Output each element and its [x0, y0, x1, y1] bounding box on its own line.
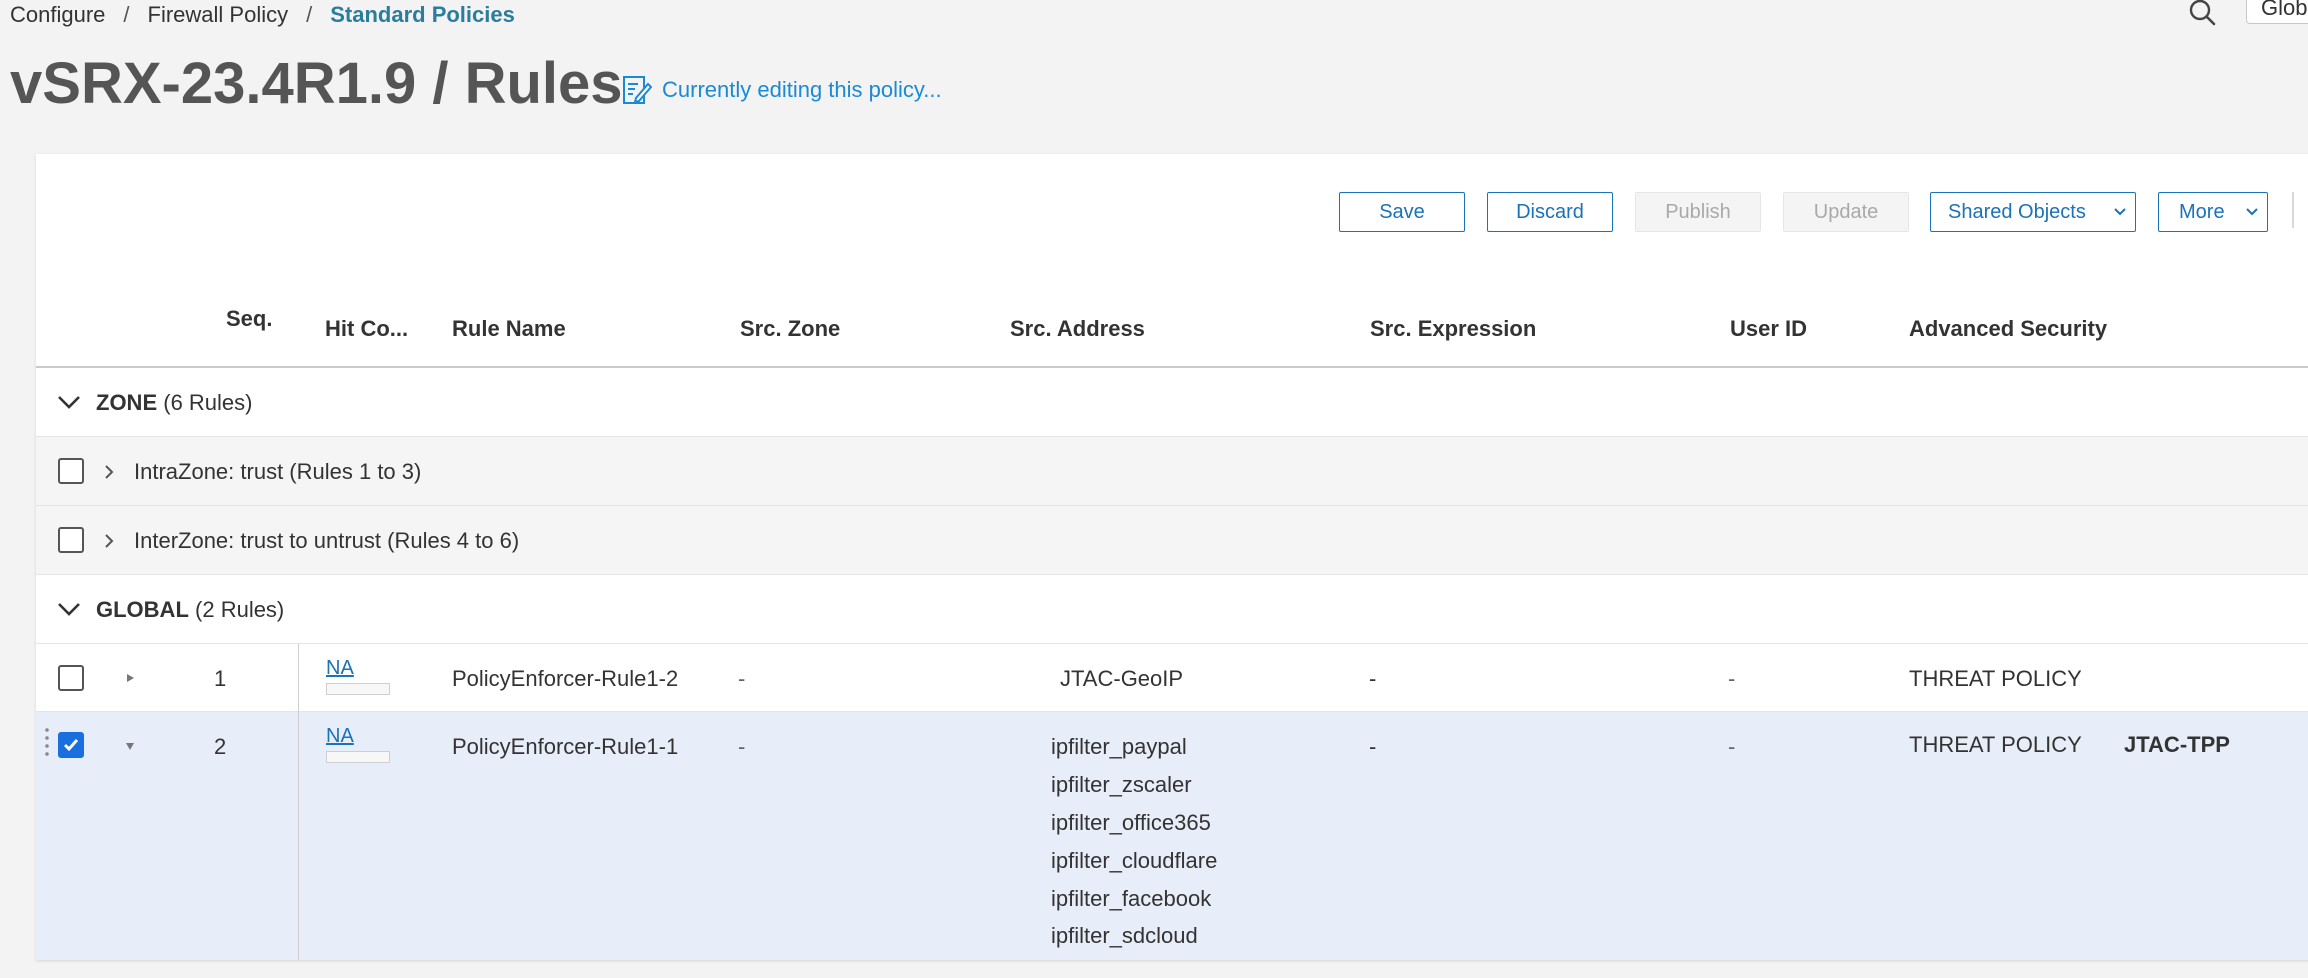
column-header-rule-name[interactable]: Rule Name [452, 316, 566, 342]
editing-label: Currently editing this policy... [662, 77, 942, 102]
zone-subgroup-label: InterZone: trust to untrust (Rules 4 to … [134, 528, 520, 553]
column-header-src-address[interactable]: Src. Address [1010, 316, 1145, 342]
column-header-hit-count[interactable]: Hit Co... [325, 316, 408, 342]
save-button[interactable]: Save [1339, 192, 1465, 232]
column-divider [298, 712, 299, 960]
group-label: ZONE (6 Rules) [96, 390, 253, 416]
column-header-advanced-security[interactable]: Advanced Security [1909, 316, 2107, 342]
user-id-cell: - [1728, 666, 1736, 691]
group-name: ZONE [96, 390, 158, 415]
breadcrumb-configure[interactable]: Configure [10, 2, 105, 28]
column-divider [298, 644, 299, 712]
advanced-security-cell[interactable]: THREAT POLICY [1909, 732, 2082, 758]
shared-objects-dropdown[interactable]: Shared Objects [1930, 192, 2136, 232]
shared-objects-label: Shared Objects [1948, 200, 2086, 223]
zone-subgroup-row[interactable]: IntraZone: trust (Rules 1 to 3) [36, 437, 2308, 506]
src-address-item[interactable]: ipfilter_sdcloud [1051, 923, 1198, 949]
chevron-down-icon[interactable] [56, 599, 82, 619]
breadcrumb: Configure / Firewall Policy / Standard P… [10, 0, 515, 30]
edit-document-icon [623, 76, 652, 104]
row-checkbox[interactable] [58, 458, 84, 484]
rules-panel: Save Discard Publish Update Shared Objec… [36, 154, 2308, 960]
global-search-select[interactable]: Glob [2246, 0, 2308, 24]
hit-count-link[interactable]: NA [326, 725, 354, 748]
src-zone-cell: - [738, 734, 746, 759]
seq-cell: 2 [214, 734, 227, 759]
collapse-triangle-icon[interactable] [124, 740, 136, 752]
expand-triangle-icon[interactable] [124, 672, 136, 684]
group-count: (6 Rules) [163, 390, 253, 415]
seq-cell: 1 [214, 666, 227, 691]
column-header-src-expression[interactable]: Src. Expression [1370, 316, 1536, 342]
group-row-global[interactable]: GLOBAL (2 Rules) [36, 575, 2308, 644]
search-icon[interactable] [2188, 0, 2218, 26]
src-zone-cell: - [738, 666, 746, 691]
group-count: (2 Rules) [195, 597, 285, 622]
update-button[interactable]: Update [1783, 192, 1909, 232]
editing-indicator[interactable]: Currently editing this policy... [622, 74, 942, 106]
chevron-down-icon [2246, 208, 2258, 216]
rule-name-cell[interactable]: PolicyEnforcer-Rule1-2 [452, 666, 678, 692]
row-checkbox[interactable] [58, 732, 84, 758]
chevron-right-icon[interactable] [102, 463, 116, 481]
table-header: Seq. Hit Co... Rule Name Src. Zone Src. … [36, 304, 2308, 368]
src-expression-cell: - [1369, 734, 1377, 759]
discard-button[interactable]: Discard [1487, 192, 1613, 232]
src-address-item[interactable]: ipfilter_paypal [1051, 734, 1187, 760]
chevron-right-icon[interactable] [102, 532, 116, 550]
drag-handle-icon[interactable] [44, 726, 50, 762]
checkmark-icon [63, 739, 79, 752]
src-address-item[interactable]: JTAC-GeoIP [1060, 666, 1183, 692]
src-expression-cell: - [1369, 666, 1377, 691]
rule-name-cell[interactable]: PolicyEnforcer-Rule1-1 [452, 734, 678, 760]
breadcrumb-current: Standard Policies [330, 2, 515, 27]
table-row[interactable]: 1 NA PolicyEnforcer-Rule1-2 - JTAC-GeoIP… [36, 644, 2308, 712]
table-row[interactable]: 2 NA PolicyEnforcer-Rule1-1 - ipfilter_p… [36, 712, 2308, 960]
chevron-down-icon[interactable] [56, 392, 82, 412]
publish-button[interactable]: Publish [1635, 192, 1761, 232]
toolbar-divider [2292, 192, 2294, 228]
more-dropdown[interactable]: More [2158, 192, 2268, 232]
src-address-item[interactable]: ipfilter_cloudflare [1051, 848, 1217, 874]
more-label: More [2179, 200, 2225, 223]
group-label: GLOBAL (2 Rules) [96, 597, 284, 623]
user-id-cell: - [1728, 734, 1736, 759]
page-title: vSRX-23.4R1.9 / Rules [10, 51, 623, 116]
hit-count-link[interactable]: NA [326, 657, 354, 680]
group-row-zone[interactable]: ZONE (6 Rules) [36, 368, 2308, 437]
hit-count-bar [326, 751, 390, 763]
src-address-item[interactable]: ipfilter_facebook [1051, 886, 1211, 912]
column-header-user-id[interactable]: User ID [1730, 316, 1807, 342]
column-header-src-zone[interactable]: Src. Zone [740, 316, 840, 342]
chevron-down-icon [2114, 208, 2126, 216]
row-checkbox[interactable] [58, 665, 84, 691]
zone-subgroup-label: IntraZone: trust (Rules 1 to 3) [134, 459, 422, 484]
row-checkbox[interactable] [58, 527, 84, 553]
advanced-security-cell[interactable]: THREAT POLICY [1909, 666, 2082, 692]
hit-count-bar [326, 683, 390, 695]
threat-profile-cell[interactable]: JTAC-TPP [2124, 732, 2230, 758]
column-header-seq[interactable]: Seq. [226, 306, 272, 332]
src-address-item[interactable]: ipfilter_zscaler [1051, 772, 1192, 798]
breadcrumb-separator: / [123, 2, 130, 27]
breadcrumb-firewall-policy[interactable]: Firewall Policy [148, 2, 289, 28]
src-address-item[interactable]: ipfilter_office365 [1051, 810, 1211, 836]
zone-subgroup-row[interactable]: InterZone: trust to untrust (Rules 4 to … [36, 506, 2308, 575]
group-name: GLOBAL [96, 597, 189, 622]
breadcrumb-separator: / [306, 2, 313, 27]
